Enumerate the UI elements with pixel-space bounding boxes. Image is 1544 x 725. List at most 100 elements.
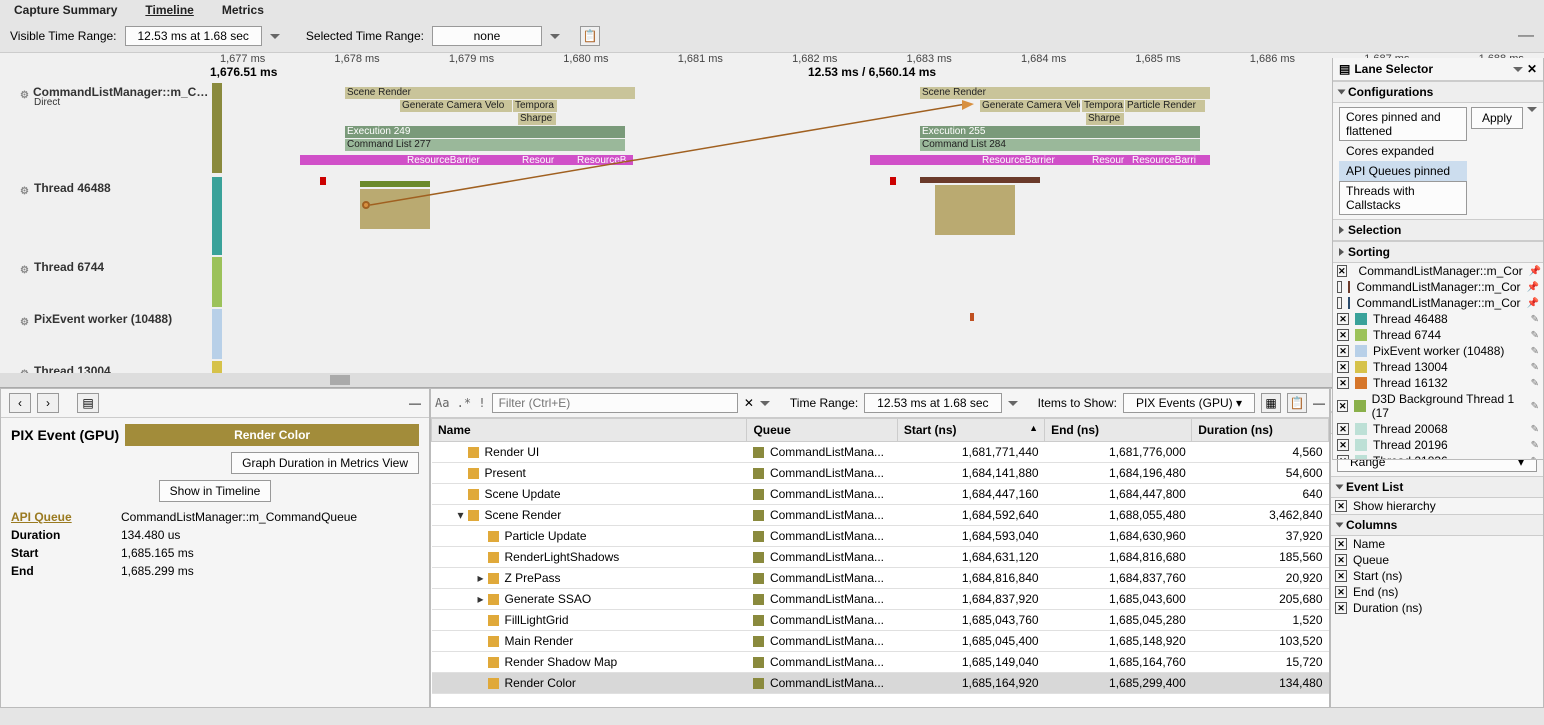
pin-icon[interactable]: ✎	[1531, 401, 1539, 412]
triangle-icon[interactable]	[1339, 226, 1344, 234]
clipboard-icon[interactable]: 📋	[580, 26, 600, 46]
tab-metrics[interactable]: Metrics	[222, 3, 264, 17]
thread-marker[interactable]	[890, 177, 896, 185]
lane-item[interactable]: CommandListManager::m_Cor📌	[1333, 263, 1543, 279]
pin-icon[interactable]: ✎	[1531, 362, 1539, 373]
expander-icon[interactable]: ▸	[476, 592, 486, 606]
config-item[interactable]: API Queues pinned	[1339, 161, 1467, 181]
lane-item[interactable]: Thread 46488✎	[1333, 311, 1543, 327]
close-icon[interactable]: ✕	[1527, 62, 1537, 76]
pin-icon[interactable]: 📌	[1527, 282, 1539, 293]
pin-icon[interactable]: 📌	[1527, 298, 1539, 309]
table-row[interactable]: ▸Z PrePassCommandListMana...1,684,816,84…	[432, 568, 1329, 589]
checkbox[interactable]	[1337, 455, 1349, 459]
table-row[interactable]: FillLightGridCommandListMana...1,685,043…	[432, 610, 1329, 631]
chevron-down-icon[interactable]	[1513, 67, 1523, 72]
triangle-icon[interactable]	[1336, 485, 1344, 490]
checkbox[interactable]	[1337, 345, 1349, 357]
triangle-icon[interactable]	[1336, 523, 1344, 528]
api-queue-link[interactable]: API Queue	[11, 510, 121, 524]
thread-block[interactable]	[360, 181, 430, 187]
minimize-icon[interactable]: —	[1518, 27, 1534, 45]
triangle-icon[interactable]	[1338, 90, 1346, 95]
thread-block[interactable]	[920, 177, 1040, 183]
block-resource-barrier[interactable]: ResourceBarri	[1130, 155, 1200, 165]
tab-timeline[interactable]: Timeline	[145, 3, 193, 17]
pin-icon[interactable]: ✎	[1531, 440, 1539, 451]
pin-icon[interactable]: ✎	[1531, 424, 1539, 435]
gear-icon[interactable]	[20, 262, 30, 272]
nav-back-button[interactable]: ‹	[9, 393, 31, 413]
apply-button[interactable]: Apply	[1471, 107, 1523, 129]
pin-icon[interactable]: 📌	[1529, 266, 1541, 277]
config-item[interactable]: Threads with Callstacks	[1339, 181, 1467, 215]
block-sharpe[interactable]: Sharpe	[1086, 113, 1124, 125]
lane-item[interactable]: Thread 20068✎	[1333, 421, 1543, 437]
col-start[interactable]: Start (ns)▲	[897, 419, 1044, 442]
lane-item[interactable]: Thread 16132✎	[1333, 375, 1543, 391]
table-row[interactable]: Main RenderCommandListMana...1,685,045,4…	[432, 631, 1329, 652]
triangle-icon[interactable]	[1339, 248, 1344, 256]
lane-thread-46488[interactable]: Thread 46488	[0, 181, 210, 195]
config-item[interactable]: Cores expanded	[1339, 141, 1467, 161]
column-checkbox[interactable]: Duration (ns)	[1331, 600, 1543, 616]
block-tempora[interactable]: Tempora	[513, 100, 557, 112]
chevron-down-icon[interactable]	[760, 401, 770, 406]
block-scene-render[interactable]: Scene Render	[920, 87, 1210, 99]
col-end[interactable]: End (ns)	[1045, 419, 1192, 442]
lane-item[interactable]: Thread 20196✎	[1333, 437, 1543, 453]
lane-thread-6744[interactable]: Thread 6744	[0, 260, 210, 274]
visible-range-dropdown[interactable]: 12.53 ms at 1.68 sec	[125, 26, 262, 46]
list-view-icon[interactable]: ▤	[77, 393, 99, 413]
checkbox[interactable]	[1335, 538, 1347, 550]
lane-item[interactable]: D3D Background Thread 1 (17✎	[1333, 391, 1543, 421]
checkbox[interactable]	[1337, 265, 1347, 277]
checkbox[interactable]	[1337, 281, 1342, 293]
checkbox[interactable]	[1337, 361, 1349, 373]
block-tempora[interactable]: Tempora	[1082, 100, 1124, 112]
checkbox[interactable]	[1337, 329, 1349, 341]
checkbox[interactable]	[1337, 439, 1349, 451]
checkbox[interactable]	[1335, 570, 1347, 582]
graph-duration-button[interactable]: Graph Duration in Metrics View	[231, 452, 419, 474]
checkbox[interactable]	[1337, 377, 1349, 389]
checkbox[interactable]	[1335, 554, 1347, 566]
block-resource-barrier[interactable]: Resour	[1090, 155, 1130, 165]
block-commandlist-284[interactable]: Command List 284	[920, 139, 1200, 151]
checkbox[interactable]	[1335, 602, 1347, 614]
table-row[interactable]: Render ColorCommandListMana...1,685,164,…	[432, 673, 1329, 694]
column-checkbox[interactable]: Name	[1331, 536, 1543, 552]
block-sharpe[interactable]: Sharpe	[518, 113, 556, 125]
table-row[interactable]: Particle UpdateCommandListMana...1,684,5…	[432, 526, 1329, 547]
chevron-down-icon[interactable]	[270, 34, 280, 39]
pin-icon[interactable]: ✎	[1531, 378, 1539, 389]
thread-marker[interactable]	[320, 177, 326, 185]
checkbox[interactable]	[1337, 297, 1342, 309]
pin-icon[interactable]: ✎	[1531, 456, 1539, 460]
lane-item[interactable]: Thread 6744✎	[1333, 327, 1543, 343]
checkbox[interactable]	[1337, 400, 1348, 412]
lane-item[interactable]: Thread 13004✎	[1333, 359, 1543, 375]
table-row[interactable]: ▸Generate SSAOCommandListMana...1,684,83…	[432, 589, 1329, 610]
show-hierarchy-checkbox[interactable]: Show hierarchy	[1331, 498, 1543, 514]
block-resource-barrier[interactable]: ResourceBarrier	[405, 155, 485, 165]
expander-icon[interactable]: ▸	[476, 571, 486, 585]
col-name[interactable]: Name	[432, 419, 747, 442]
block-resource-barrier[interactable]: ResourceB	[575, 155, 633, 165]
table-row[interactable]: RenderLightShadowsCommandListMana...1,68…	[432, 547, 1329, 568]
block-generate-camera[interactable]: Generate Camera Velo	[980, 100, 1080, 112]
selected-range-dropdown[interactable]: none	[432, 26, 542, 46]
block-commandlist-277[interactable]: Command List 277	[345, 139, 625, 151]
show-in-timeline-button[interactable]: Show in Timeline	[159, 480, 272, 502]
col-queue[interactable]: Queue	[747, 419, 897, 442]
chevron-down-icon[interactable]	[550, 34, 560, 39]
table-row[interactable]: PresentCommandListMana...1,684,141,8801,…	[432, 463, 1329, 484]
clear-icon[interactable]: ✕	[744, 396, 754, 410]
checkbox[interactable]	[1337, 313, 1349, 325]
event-table[interactable]: Name Queue Start (ns)▲ End (ns) Duration…	[431, 418, 1329, 694]
grid-icon[interactable]: ▦	[1261, 393, 1281, 413]
gear-icon[interactable]	[20, 183, 30, 193]
table-row[interactable]: Render Shadow MapCommandListMana...1,685…	[432, 652, 1329, 673]
col-duration[interactable]: Duration (ns)	[1192, 419, 1329, 442]
chevron-down-icon[interactable]	[1008, 401, 1018, 406]
